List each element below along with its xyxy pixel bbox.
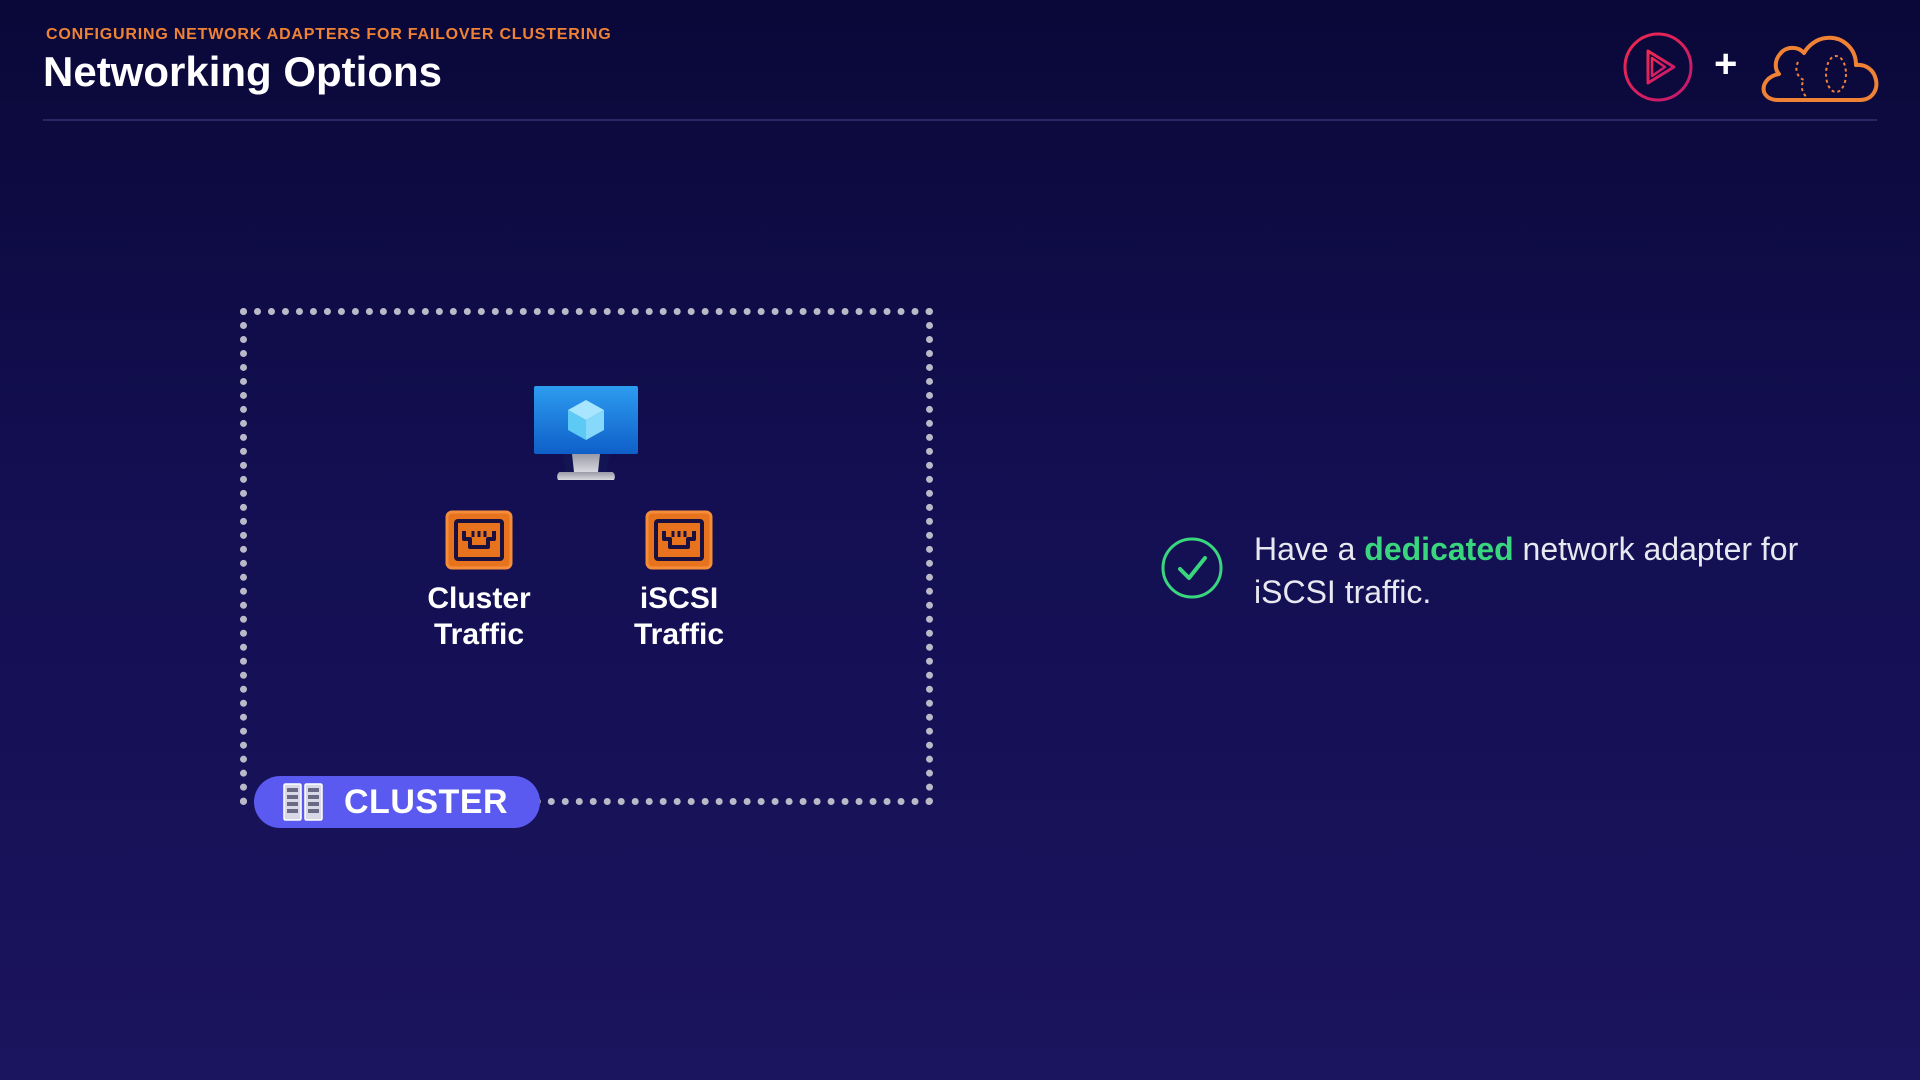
virtual-machine-monitor-icon	[534, 386, 638, 480]
cluster-boundary	[240, 308, 933, 805]
statement-prefix: Have a	[1254, 531, 1365, 567]
cloud-logo-icon	[1761, 35, 1879, 102]
cluster-traffic-label-line1: Cluster	[427, 582, 531, 615]
iscsi-traffic-label: iSCSI Traffic	[579, 581, 779, 653]
cluster-traffic-label-line2: Traffic	[433, 618, 525, 651]
play-logo-icon	[1623, 32, 1693, 102]
check-circle-icon	[1161, 537, 1223, 599]
iscsi-traffic-label-line2: Traffic	[633, 618, 725, 651]
page-title: Networking Options	[43, 48, 442, 95]
plus-sign: +	[1714, 42, 1738, 86]
statement-highlight: dedicated	[1364, 531, 1514, 567]
cluster-badge-label: CLUSTER	[344, 782, 509, 821]
cluster-badge: CLUSTER	[254, 776, 540, 828]
header-divider	[43, 119, 1877, 121]
network-port-icon	[445, 510, 513, 570]
statement-text: Have a dedicated network adapter for iSC…	[1254, 528, 1854, 614]
cluster-traffic-label: Cluster Traffic	[379, 581, 579, 653]
network-port-icon	[645, 510, 713, 570]
server-rack-icon	[283, 783, 323, 821]
iscsi-traffic-label-line1: iSCSI	[639, 582, 719, 615]
header-subtitle: CONFIGURING NETWORK ADAPTERS FOR FAILOVE…	[46, 26, 612, 43]
